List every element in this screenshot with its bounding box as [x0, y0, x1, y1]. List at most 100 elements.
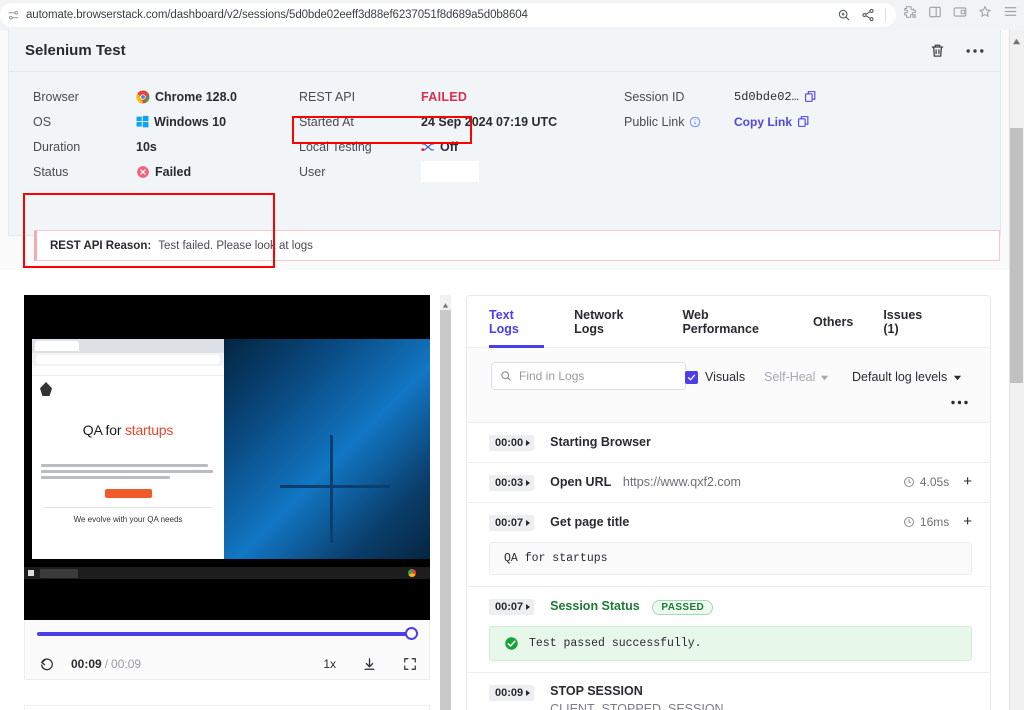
tab-network-logs[interactable]: Network Logs: [574, 296, 652, 348]
tab-network-logs-label: Network Logs: [574, 307, 624, 336]
remote-desktop-background: [221, 339, 430, 559]
log-action-label: STOP SESSION: [550, 684, 643, 698]
field-session-id-value: 5d0bde02…: [734, 90, 817, 104]
taskbar-chrome-icon: [408, 569, 416, 577]
log-timestamp[interactable]: 00:00: [489, 435, 535, 451]
tune-icon[interactable]: [0, 9, 26, 22]
tab-text-logs[interactable]: Text Logs: [489, 296, 545, 348]
tab-input-capabilities[interactable]: Input Capabilities: [25, 706, 227, 710]
zoom-icon[interactable]: [837, 8, 851, 22]
scroll-up-arrow-icon[interactable]: [1012, 34, 1021, 45]
field-public-link-value[interactable]: Copy Link: [734, 115, 810, 129]
screenshot-root: automate.browserstack.com/dashboard/v2/s…: [0, 0, 1024, 710]
log-levels-dropdown[interactable]: Default log levels: [852, 370, 962, 384]
wallpaper-divider-h: [280, 485, 390, 488]
address-bar[interactable]: automate.browserstack.com/dashboard/v2/s…: [0, 3, 896, 27]
checkbox-checked-icon: [685, 370, 698, 384]
video-seek-handle[interactable]: [405, 627, 418, 640]
page-title: Selenium Test: [25, 42, 126, 59]
status-badge: PASSED: [652, 600, 714, 615]
field-session-id: Session ID 5d0bde02…: [624, 84, 954, 109]
download-icon[interactable]: [362, 657, 377, 672]
share-icon[interactable]: [861, 8, 875, 22]
log-entry[interactable]: 00:07 Session Status PASSED Test passed …: [467, 587, 990, 673]
field-browser-value: Chrome 128.0: [136, 90, 237, 104]
info-column-left: Browser Chrome 128.0 OS Windows 10 Durat…: [33, 84, 293, 184]
log-detail-url[interactable]: https://www.qxf2.com: [623, 475, 741, 489]
log-code-output: QA for startups: [489, 542, 972, 575]
tab-issues[interactable]: Issues (1): [883, 296, 938, 348]
taskbar-app-item: [40, 568, 78, 578]
log-timestamp[interactable]: 00:09: [489, 685, 535, 701]
trash-icon[interactable]: [929, 42, 946, 59]
page-scrollbar-track[interactable]: [1009, 30, 1024, 710]
self-heal-dropdown[interactable]: Self-Heal: [764, 370, 829, 384]
video-panel-scrollbar-thumb[interactable]: [440, 310, 451, 710]
tab-web-performance-label: Web Performance: [682, 307, 759, 336]
log-entry[interactable]: 00:07 Get page title 16ms + QA for start…: [467, 503, 990, 587]
bookmark-star-icon[interactable]: [978, 5, 992, 19]
tab-device-capabilities[interactable]: Device Capabilities: [227, 706, 429, 710]
wallpaper-divider-v: [330, 435, 333, 543]
log-timestamp[interactable]: 00:07: [489, 599, 535, 615]
video-seek-bar[interactable]: [37, 627, 419, 640]
session-video[interactable]: QA for startups We evolve with your QA n…: [24, 295, 430, 620]
search-input-placeholder: Find in Logs: [519, 369, 585, 383]
hamburger-menu-icon[interactable]: [1003, 4, 1018, 19]
fullscreen-icon[interactable]: [403, 657, 417, 671]
remote-taskbar: [24, 567, 430, 579]
info-column-right: Session ID 5d0bde02… Public Link Copy Li…: [624, 84, 954, 134]
field-browser-text: Chrome 128.0: [155, 89, 237, 104]
log-entry[interactable]: 00:03 Open URL https://www.qxf2.com 4.05…: [467, 463, 990, 503]
clock-icon: [903, 476, 915, 488]
scroll-up-arrow-icon[interactable]: [442, 297, 449, 308]
field-os-value: Windows 10: [136, 115, 226, 129]
video-player-controls: 00:09 / 00:09 1x: [24, 620, 430, 680]
log-success-text: Test passed successfully.: [529, 637, 702, 650]
self-heal-label: Self-Heal: [764, 370, 816, 384]
browser-action-icons: [903, 4, 1018, 19]
copy-session-id-icon[interactable]: [804, 90, 817, 103]
page-scrollbar-thumb[interactable]: [1010, 128, 1023, 383]
puzzle-icon[interactable]: [903, 5, 917, 19]
field-local-testing-value: Off: [421, 140, 458, 154]
search-input[interactable]: Find in Logs: [491, 362, 686, 390]
log-timestamp-text: 00:07: [495, 601, 524, 613]
split-view-icon[interactable]: [953, 5, 967, 19]
tab-others[interactable]: Others: [813, 296, 853, 348]
remote-heading-part2: startups: [124, 422, 174, 438]
copy-link-icon[interactable]: [797, 115, 810, 128]
expand-log-icon[interactable]: +: [963, 514, 972, 529]
log-timestamp-text: 00:03: [495, 477, 524, 489]
playback-speed-button[interactable]: 1x: [323, 657, 336, 671]
video-current-time: 00:09: [71, 657, 102, 671]
search-icon: [500, 370, 512, 382]
log-action-label: Session Status: [550, 599, 640, 613]
kebab-icon[interactable]: [966, 48, 984, 54]
logs-more-options-icon[interactable]: [951, 392, 968, 409]
remote-browser-tabstrip: [32, 339, 224, 353]
remote-page-paragraph: [41, 464, 215, 479]
remote-page-content: QA for startups We evolve with your QA n…: [32, 376, 224, 559]
field-started-at-label: Started At: [299, 114, 354, 129]
field-user-value: [421, 161, 479, 182]
field-public-link-text: Public Link: [624, 114, 685, 129]
log-entry[interactable]: 00:00 Starting Browser: [467, 423, 990, 463]
remote-page-cta-button: [104, 489, 152, 498]
rest-api-reason-banner: REST API Reason: Test failed. Please loo…: [34, 230, 1000, 261]
visuals-checkbox[interactable]: Visuals: [685, 370, 745, 384]
session-detail-card: Selenium Test Browser Chrome 128.0 OS Wi…: [8, 30, 1001, 268]
expand-log-icon[interactable]: +: [963, 474, 972, 489]
field-user: User: [299, 159, 619, 184]
address-bar-url[interactable]: automate.browserstack.com/dashboard/v2/s…: [26, 9, 837, 21]
replay-icon[interactable]: [39, 656, 55, 672]
info-icon[interactable]: [689, 116, 701, 128]
tab-web-performance[interactable]: Web Performance: [682, 296, 783, 348]
log-entry[interactable]: 00:09 STOP SESSION CLIENT_STOPPED_SESSIO…: [467, 673, 990, 710]
log-timestamp[interactable]: 00:07: [489, 515, 535, 531]
page-content: Selenium Test Browser Chrome 128.0 OS Wi…: [0, 30, 1009, 710]
log-timestamp[interactable]: 00:03: [489, 475, 535, 491]
field-public-link: Public Link Copy Link: [624, 109, 954, 134]
copy-link-label[interactable]: Copy Link: [734, 115, 792, 129]
side-panel-icon[interactable]: [928, 5, 942, 19]
